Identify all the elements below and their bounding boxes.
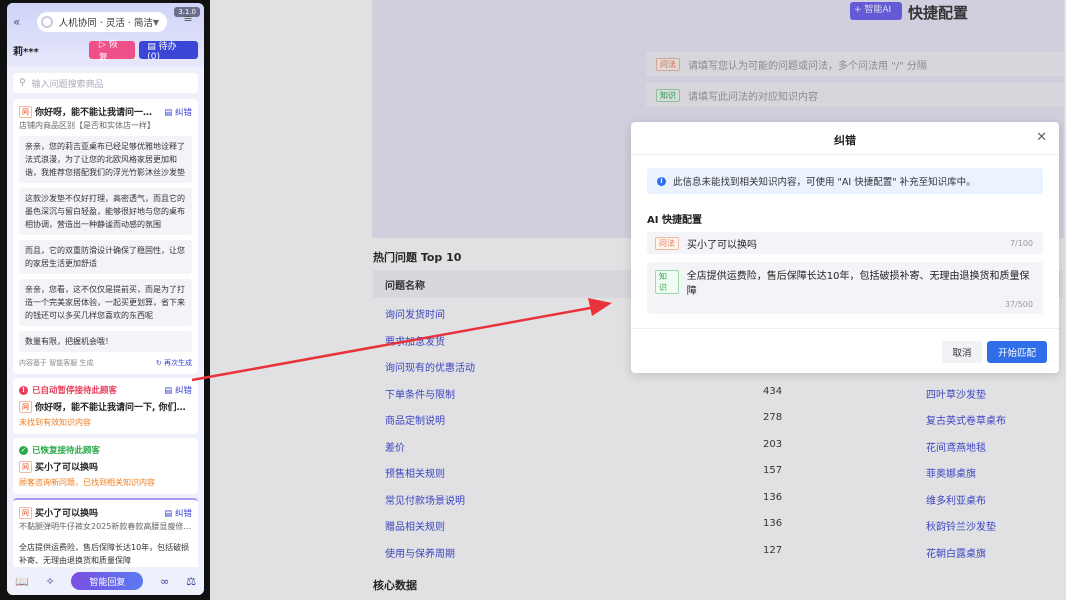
assistant-sidebar: 3.1.0 « 人机协同 · 灵活 · 简洁 ▼ ≡ 莉*** ▷ 恢复 ▤ 待… bbox=[7, 3, 204, 595]
start-match-button[interactable]: 开始匹配 bbox=[987, 341, 1047, 363]
chevron-down-icon: ▼ bbox=[152, 17, 159, 27]
check-icon: ✓ bbox=[19, 445, 28, 455]
correct-link[interactable]: ▤ 纠错 bbox=[164, 507, 192, 519]
question-title: 买小了可以换吗 bbox=[35, 463, 99, 473]
conversation-card: 问 你好呀，能不能让我请问一下, ... ▤ 纠错 店铺内商品区别【是否和实体店… bbox=[13, 99, 198, 374]
balance-icon[interactable]: ⚖ bbox=[186, 575, 196, 588]
info-icon: i bbox=[657, 176, 666, 186]
search-placeholder: 输入问题搜索商品 bbox=[31, 79, 104, 90]
divider bbox=[631, 328, 1059, 329]
close-icon[interactable]: ✕ bbox=[1036, 130, 1047, 145]
sidebar-toolbar: 📖 ✧ 智能回复 ∞ ⚖ bbox=[7, 567, 204, 595]
correct-link[interactable]: ▤ 纠错 bbox=[164, 384, 192, 396]
no-knowledge-note: 未找到有效知识内容 bbox=[19, 418, 91, 427]
question-char-count: 7/100 bbox=[1009, 238, 1033, 248]
conversation-card-paused: ! 已自动暂停接待此顾客 ▤ 纠错 问 你好呀，能不能让我请问一下, 你们是不.… bbox=[13, 378, 198, 434]
customer-name: 莉*** bbox=[13, 46, 39, 58]
menu-icon[interactable]: ≡ bbox=[178, 12, 198, 32]
dialog-title: 纠错 bbox=[834, 134, 856, 147]
link-icon[interactable]: ∞ bbox=[160, 575, 169, 588]
info-text: 此信息未能找到相关知识内容，可使用 "AI 快捷配置" 补充至知识库中。 bbox=[673, 177, 976, 188]
collapse-icon[interactable]: « bbox=[13, 15, 33, 29]
question-subtitle: 店铺内商品区别【是否和实体店一样】 bbox=[19, 121, 155, 130]
screen: + 智能AI 快捷配置 问法 请填写您认为可能的问题或问法，多个问法用 "/" … bbox=[0, 0, 1080, 607]
question-field[interactable]: 问法 买小了可以换吗 7/100 bbox=[647, 232, 1043, 254]
question-title: 你好呀，能不能让我请问一下, 你们是不... bbox=[35, 403, 192, 413]
conversation-card-selected: 问 买小了可以换吗 ▤ 纠错 不黏腿弹明牛仔裤女2025新款春款高腰显瘦修...… bbox=[13, 498, 198, 577]
reply-bubble: 数量有限，把握机会哦！ bbox=[19, 331, 192, 352]
restore-button[interactable]: ▷ 恢复 bbox=[88, 40, 136, 63]
reply-text: 全店提供运费险，售后保障长达10年，包括破损补寄、无理由退换货和质量保障 bbox=[19, 537, 192, 571]
reply-bubble: 这款沙发垫不仅好打理，高密透气，而且它的墨色深沉与留白轻盈，能够很好地与您的桌布… bbox=[19, 188, 192, 235]
question-tag: 问 bbox=[19, 460, 32, 473]
conversation-card-resumed: ✓ 已恢复接待此顾客 问 买小了可以换吗 顾客咨询新问题，已找到相关知识内容 bbox=[13, 438, 198, 494]
search-icon: ⚲ bbox=[19, 78, 26, 88]
question-tag: 问 bbox=[19, 105, 32, 118]
book-icon[interactable]: 📖 bbox=[15, 575, 29, 588]
correction-dialog: 纠错 ✕ i 此信息未能找到相关知识内容，可使用 "AI 快捷配置" 补充至知识… bbox=[631, 122, 1059, 373]
cancel-button[interactable]: 取消 bbox=[942, 341, 982, 363]
product-subtitle: 不黏腿弹明牛仔裤女2025新款春款高腰显瘦修... bbox=[19, 522, 191, 531]
question-title: 买小了可以换吗 bbox=[35, 509, 99, 519]
status-paused: 已自动暂停接待此顾客 bbox=[32, 386, 118, 396]
knowledge-char-count: 37/500 bbox=[1004, 300, 1033, 309]
reply-bubble: 而且，它的双重防滑设计确保了稳固性，让您的家居生活更加舒适 bbox=[19, 240, 192, 274]
knowledge-tag: 知识 bbox=[655, 270, 679, 294]
alert-icon: ! bbox=[19, 385, 28, 395]
todo-button[interactable]: ▤ 待办 (0) bbox=[139, 41, 198, 62]
question-title: 你好呀，能不能让我请问一下, ... bbox=[35, 108, 161, 118]
mode-toggle[interactable] bbox=[41, 16, 53, 28]
info-banner: i 此信息未能找到相关知识内容，可使用 "AI 快捷配置" 补充至知识库中。 bbox=[647, 168, 1043, 194]
mode-label: 人机协同 · 灵活 · 简洁 bbox=[58, 18, 153, 29]
divider bbox=[631, 154, 1059, 155]
assistant-sidebar-frame: 3.1.0 « 人机协同 · 灵活 · 简洁 ▼ ≡ 莉*** ▷ 恢复 ▤ 待… bbox=[0, 0, 210, 600]
reply-bubble: 亲亲，您看，这不仅仅是提前买，而是为了打造一个完美家居体验，一起买更划算，省下来… bbox=[19, 279, 192, 326]
question-value: 买小了可以换吗 bbox=[687, 239, 757, 251]
question-tag: 问 bbox=[19, 400, 32, 413]
sidebar-header: 3.1.0 « 人机协同 · 灵活 · 简洁 ▼ ≡ 莉*** ▷ 恢复 ▤ 待… bbox=[7, 3, 204, 67]
regenerate-button[interactable]: ↻ 再次生成 bbox=[156, 358, 192, 368]
smart-reply-button[interactable]: 智能回复 bbox=[71, 572, 144, 590]
reply-bubble: 亲亲，您的莉吉亚桌布已经足够优雅地诠释了法式浪漫，为了让您的北欧风格家居更加和谐… bbox=[19, 136, 192, 183]
status-resumed: 已恢复接待此顾客 bbox=[32, 446, 101, 456]
knowledge-field[interactable]: 知识 全店提供运费险，售后保障长达10年，包括破损补寄、无理由退换货和质量保障 … bbox=[647, 262, 1043, 314]
search-input[interactable]: ⚲ 输入问题搜索商品 bbox=[13, 73, 198, 93]
knowledge-found-note: 顾客咨询新问题，已找到相关知识内容 bbox=[19, 478, 155, 487]
correct-link[interactable]: ▤ 纠错 bbox=[164, 106, 192, 118]
magic-wand-icon[interactable]: ✧ bbox=[45, 575, 54, 588]
ai-config-label: AI 快捷配置 bbox=[647, 215, 702, 226]
mode-selector[interactable]: 人机协同 · 灵活 · 简洁 ▼ bbox=[37, 12, 167, 32]
generated-note: 内容基于 智能客服 生成 bbox=[19, 359, 94, 367]
knowledge-value: 全店提供运费险，售后保障长达10年，包括破损补寄、无理由退换货和质量保障 bbox=[686, 271, 1030, 297]
question-tag: 问 bbox=[19, 506, 32, 519]
question-tag: 问法 bbox=[655, 236, 679, 250]
